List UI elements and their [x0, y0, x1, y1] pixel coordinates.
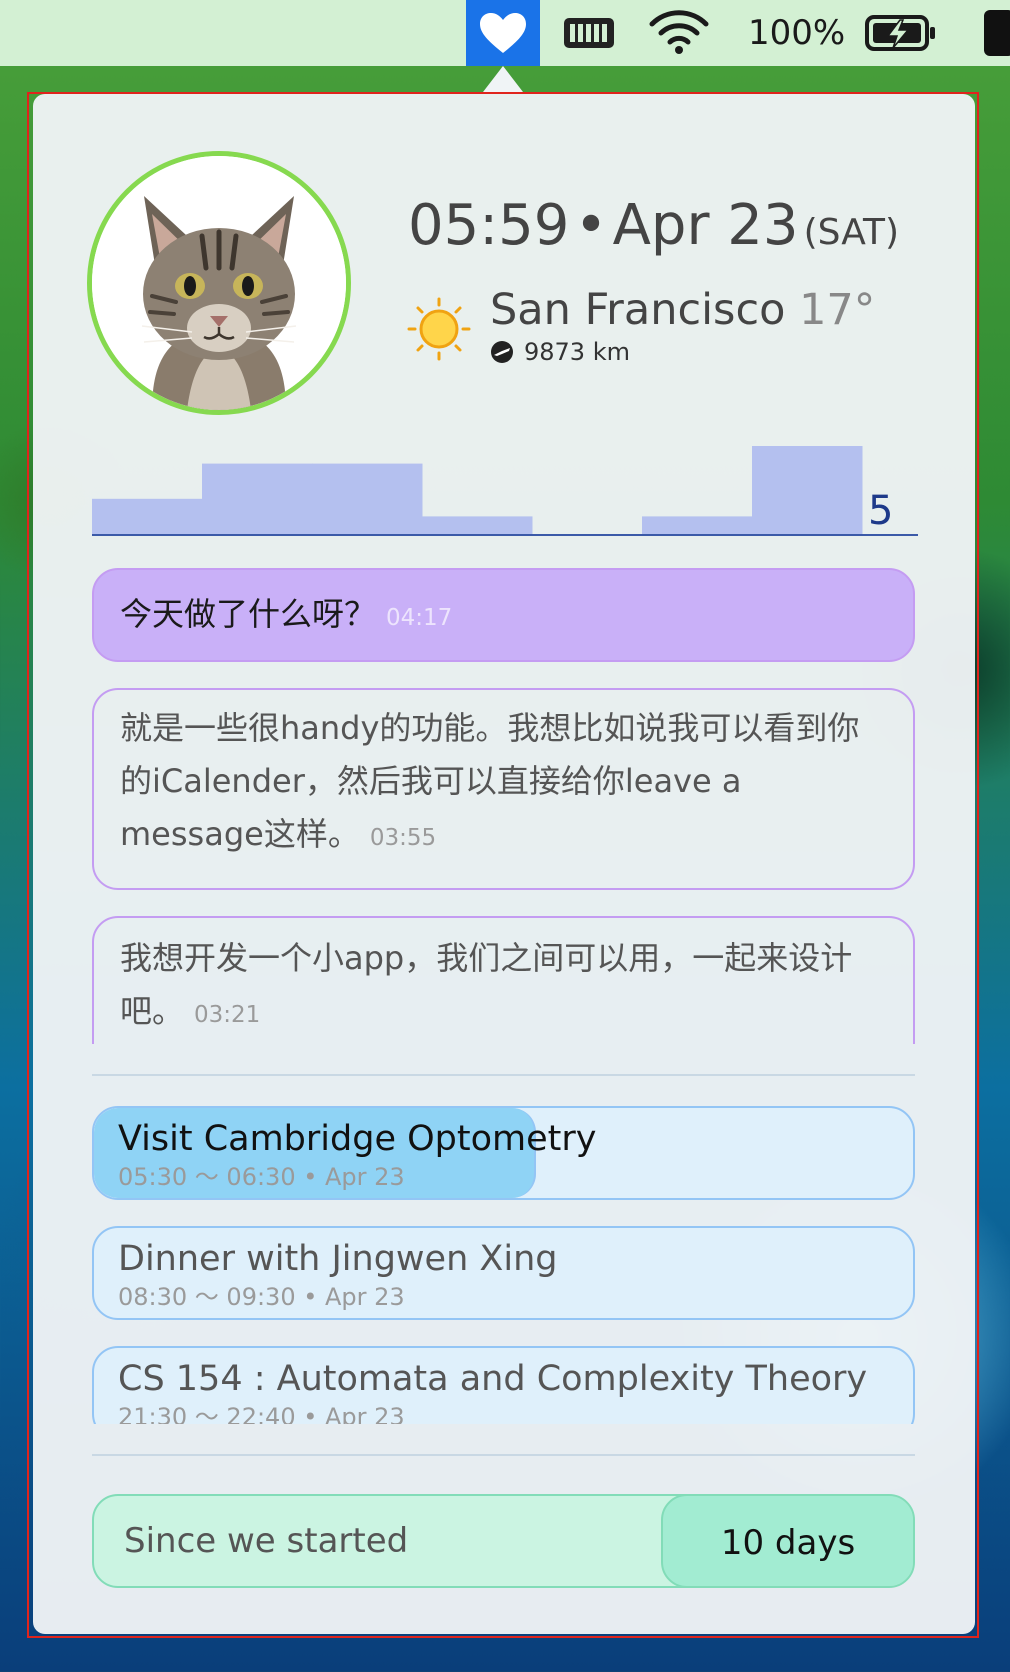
- city-name: San Francisco: [490, 285, 786, 335]
- temperature: 17°: [799, 285, 876, 335]
- activity-chart: [92, 430, 918, 540]
- message-list: 今天做了什么呀？ 04:17 就是一些很handy的功能。我想比如说我可以看到你的…: [92, 568, 915, 1044]
- section-divider: [92, 1074, 915, 1076]
- chart-bar: [202, 463, 313, 534]
- calendar-event[interactable]: Dinner with Jingwen Xing 08:30 ～ 09:30 •…: [92, 1226, 915, 1320]
- section-divider: [92, 1454, 915, 1456]
- sun-icon: [407, 297, 471, 361]
- message-time: 03:55: [369, 825, 437, 851]
- message-time: 04:17: [386, 605, 453, 631]
- message-bubble[interactable]: 我想开发一个小app，我们之间可以用，一起来设计吧。 03:21: [92, 916, 915, 1044]
- message-bubble[interactable]: 就是一些很handy的功能。我想比如说我可以看到你的iCalender，然后我可…: [92, 688, 915, 890]
- current-date: Apr 23: [612, 193, 799, 258]
- event-time: 21:30 ～ 22:40 • Apr 23: [118, 1403, 405, 1424]
- message-bubble[interactable]: 今天做了什么呀？ 04:17: [92, 568, 915, 662]
- counter-label: Since we started: [124, 1521, 409, 1561]
- days-counter[interactable]: Since we started 10 days: [92, 1494, 915, 1588]
- chart-bar: [642, 516, 753, 534]
- event-title: CS 154 : Automata and Complexity Theory: [118, 1359, 868, 1399]
- message-text: 就是一些很handy的功能。我想比如说我可以看到你的iCalender，然后我可…: [120, 709, 860, 853]
- distance-value: 9873 km: [524, 338, 630, 366]
- plane-globe-icon: [491, 341, 513, 363]
- chart-bar: [752, 446, 863, 534]
- event-title: Visit Cambridge Optometry: [118, 1119, 597, 1159]
- cat-photo: [92, 156, 346, 410]
- distance-row: 9873 km: [490, 336, 630, 368]
- location-weather: San Francisco 17°: [490, 282, 875, 338]
- chart-bar: [312, 463, 423, 534]
- current-weekday: (SAT): [803, 212, 900, 253]
- event-time: 05:30 ～ 06:30 • Apr 23: [118, 1163, 405, 1191]
- counter-value: 10 days: [661, 1496, 913, 1586]
- event-list: Visit Cambridge Optometry 05:30 ～ 06:30 …: [92, 1106, 915, 1424]
- cat-avatar[interactable]: [87, 151, 351, 415]
- chart-count-label: 5: [868, 488, 894, 534]
- menu-bar: 100%: [0, 0, 1010, 66]
- datetime-separator: •: [574, 193, 608, 258]
- memory-meter-icon[interactable]: [562, 14, 616, 52]
- datetime-display: 05:59 • Apr 23 (SAT): [408, 188, 899, 264]
- calendar-event[interactable]: Visit Cambridge Optometry 05:30 ～ 06:30 …: [92, 1106, 915, 1200]
- heart-icon: [480, 13, 526, 53]
- battery-percent[interactable]: 100%: [748, 8, 845, 58]
- chart-baseline: [92, 534, 918, 536]
- current-time: 05:59: [408, 193, 570, 258]
- calendar-event[interactable]: CS 154 : Automata and Complexity Theory …: [92, 1346, 915, 1424]
- event-time: 08:30 ～ 09:30 • Apr 23: [118, 1283, 405, 1311]
- message-time: 03:21: [194, 1002, 261, 1028]
- wifi-icon[interactable]: [648, 8, 710, 56]
- chart-bar: [92, 498, 203, 534]
- event-title: Dinner with Jingwen Xing: [118, 1239, 558, 1279]
- activity-chart-svg: [92, 446, 918, 536]
- heart-menubar-button[interactable]: [466, 0, 540, 66]
- app-menubar-icon[interactable]: [984, 10, 1010, 56]
- chart-bar: [422, 516, 533, 534]
- message-text: 今天做了什么呀？: [120, 595, 377, 633]
- battery-charging-icon[interactable]: [864, 12, 938, 54]
- popover-arrow: [483, 66, 523, 92]
